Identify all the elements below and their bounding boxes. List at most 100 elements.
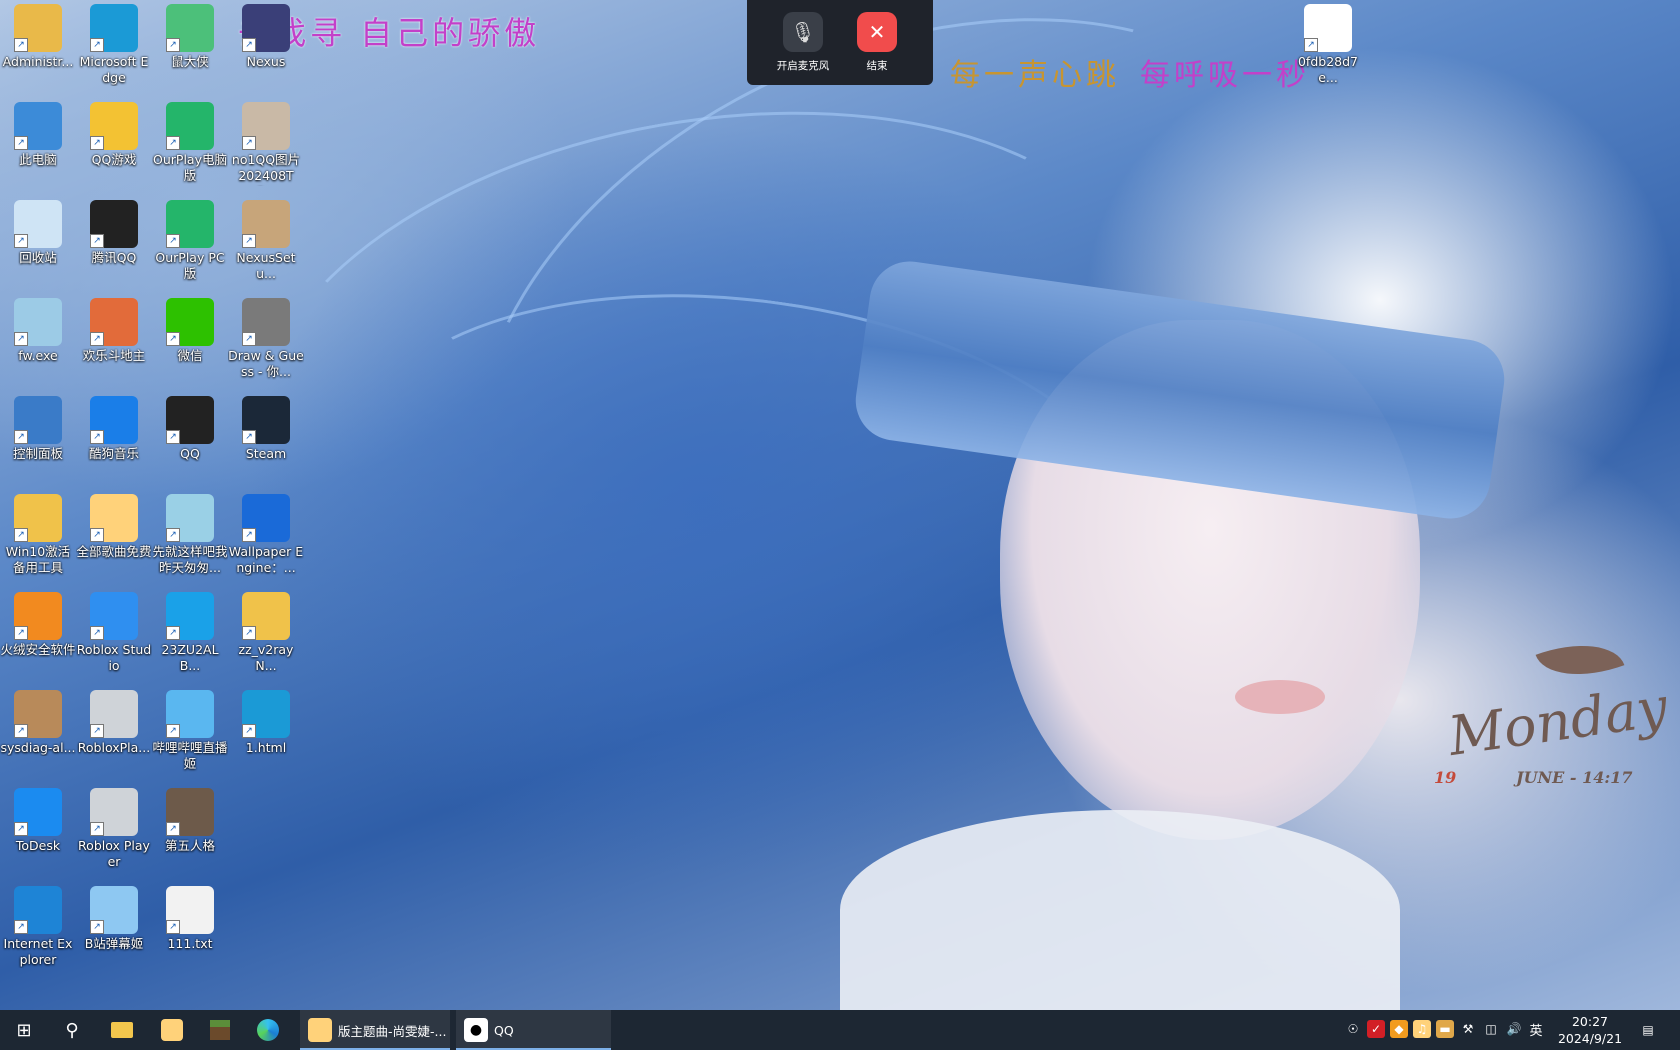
desktop-icon[interactable]: ↗ Draw & Guess - 你...	[228, 294, 304, 380]
desktop-icon[interactable]: ↗ no1QQ图片202408TO...	[228, 98, 304, 186]
edge-icon: ↗	[90, 4, 138, 52]
desktop-icon[interactable]: ↗ OurPlay PC版	[152, 196, 228, 282]
desktop-icon[interactable]: ↗ Administr...	[0, 0, 76, 70]
desktop-icon[interactable]: ↗ RobloxPla...	[76, 686, 152, 756]
desktop-icon[interactable]: ↗ 0fdb28d7e...	[1290, 0, 1366, 86]
shortcut-arrow-icon: ↗	[90, 332, 104, 346]
desktop-icon[interactable]: ↗ 微信	[152, 294, 228, 364]
taskbar-app-qq-window[interactable]: ● QQ	[456, 1010, 611, 1050]
desktop-icon[interactable]: ↗ B站弹幕姬	[76, 882, 152, 952]
desktop-icon-label: 哔哩哔哩直播姬	[152, 740, 228, 771]
notepad-icon: ↗	[166, 494, 214, 542]
desktop-icon[interactable]: ↗ Wallpaper Engine：...	[228, 490, 304, 576]
shortcut-arrow-icon: ↗	[242, 234, 256, 248]
desktop-icon[interactable]: ↗ 火绒安全软件	[0, 588, 76, 658]
desktop-icon[interactable]: ↗ Internet Explorer	[0, 882, 76, 968]
shortcut-arrow-icon: ↗	[14, 822, 28, 836]
tray-antivirus-icon[interactable]: ✓	[1367, 1020, 1385, 1038]
music-box-icon	[308, 1018, 332, 1042]
shortcut-arrow-icon: ↗	[1304, 38, 1318, 52]
desktop-icon-label: Win10激活备用工具	[5, 544, 71, 575]
desktop-icon[interactable]: ↗ 控制面板	[0, 392, 76, 462]
desktop-icon-label: 第五人格	[164, 838, 215, 853]
shortcut-arrow-icon: ↗	[90, 38, 104, 52]
search-button[interactable]: ⚲	[48, 1010, 96, 1050]
wallpaper-date-number: 19	[1434, 768, 1457, 787]
network-icon[interactable]: ◫	[1482, 1020, 1500, 1038]
desktop-icon[interactable]: ↗ 全部歌曲免费	[76, 490, 152, 560]
tray-music-icon[interactable]: ♫	[1413, 1020, 1431, 1038]
desktop-icon[interactable]: ↗ Win10激活备用工具	[0, 490, 76, 576]
bilibili-live-icon: ↗	[166, 690, 214, 738]
desktop[interactable]: 去找寻 自己的骄傲 每一声心跳 每呼吸一秒 Monday 19 JUNE - 14…	[0, 0, 1680, 1010]
desktop-icon[interactable]: ↗ zz_v2rayN...	[228, 588, 304, 674]
desktop-icon[interactable]: ↗ 第五人格	[152, 784, 228, 854]
microphone-muted-icon: 🎙	[783, 12, 823, 52]
taskbar: ⊞ ⚲ 版主题曲-尚雯婕-... ● QQ ☉ ✓ ◆ ♫ ▬ ⚒ ◫ 🔊 英 …	[0, 1010, 1680, 1050]
desktop-icon[interactable]: ↗ fw.exe	[0, 294, 76, 364]
pencil-icon: ↗	[242, 298, 290, 346]
desktop-icon-label: 0fdb28d7e...	[1297, 54, 1359, 85]
desktop-icon[interactable]: ↗ 欢乐斗地主	[76, 294, 152, 364]
desktop-icon[interactable]: ↗ QQ游戏	[76, 98, 152, 168]
close-icon: ✕	[857, 12, 897, 52]
start-button[interactable]: ⊞	[0, 1010, 48, 1050]
desktop-icon-label: 1.html	[245, 740, 287, 755]
qq-penguin-icon: ●	[464, 1018, 488, 1042]
shortcut-arrow-icon: ↗	[166, 528, 180, 542]
folder-icon	[111, 1022, 133, 1038]
shortcut-arrow-icon: ↗	[90, 528, 104, 542]
desktop-icon[interactable]: ↗ Roblox Studio	[76, 588, 152, 674]
desktop-icon[interactable]: ↗ OurPlay电脑版	[152, 98, 228, 184]
volume-icon[interactable]: 🔊	[1505, 1020, 1523, 1038]
desktop-icon-label: 鼠大侠	[171, 54, 209, 69]
desktop-icon[interactable]: ↗ Roblox Player	[76, 784, 152, 870]
shortcut-arrow-icon: ↗	[14, 528, 28, 542]
desktop-icon-label: zz_v2rayN...	[238, 642, 294, 673]
taskbar-app-music-window[interactable]: 版主题曲-尚雯婕-...	[300, 1010, 450, 1050]
taskbar-clock[interactable]: 20:27 2024/9/21	[1548, 1013, 1632, 1047]
desktop-icon-label: 回收站	[19, 250, 57, 265]
desktop-icon[interactable]: ↗ 先就这样吧我昨天匆匆...	[152, 490, 228, 576]
shortcut-arrow-icon: ↗	[90, 626, 104, 640]
desktop-icon[interactable]: ↗ 111.txt	[152, 882, 228, 952]
taskbar-file-explorer[interactable]	[98, 1010, 146, 1050]
desktop-icon[interactable]: ↗ NexusSetu...	[228, 196, 304, 282]
music-box-icon	[161, 1019, 183, 1041]
desktop-icon[interactable]: ↗ Steam	[228, 392, 304, 462]
desktop-icon[interactable]: ↗ sysdiag-al...	[0, 686, 76, 756]
input-method-indicator[interactable]: 英	[1527, 1020, 1545, 1039]
tray-network-tool-icon[interactable]: ⚒	[1459, 1020, 1477, 1038]
desktop-icon[interactable]: ↗ 回收站	[0, 196, 76, 266]
tray-folder-icon[interactable]: ▬	[1436, 1020, 1454, 1038]
shortcut-arrow-icon: ↗	[166, 724, 180, 738]
desktop-icon-label: Internet Explorer	[3, 936, 73, 967]
end-label: 结束	[866, 60, 888, 72]
desktop-icon[interactable]: ↗ 鼠大侠	[152, 0, 228, 70]
desktop-icon[interactable]: ↗ Microsoft Edge	[76, 0, 152, 86]
end-call-button[interactable]: ✕ 结束	[837, 12, 917, 73]
desktop-icon[interactable]: ↗ 此电脑	[0, 98, 76, 168]
desktop-icon[interactable]: ↗ 1.html	[228, 686, 304, 756]
desktop-icon[interactable]: ↗ 腾讯QQ	[76, 196, 152, 266]
desktop-icon[interactable]: ↗ 哔哩哔哩直播姬	[152, 686, 228, 772]
tray-overflow-icon[interactable]: ☉	[1344, 1020, 1362, 1038]
wechat-icon: ↗	[166, 298, 214, 346]
desktop-icon[interactable]: ↗ 酷狗音乐	[76, 392, 152, 462]
enable-microphone-button[interactable]: 🎙 开启麦克风	[763, 12, 843, 73]
tray-shield-icon[interactable]: ◆	[1390, 1020, 1408, 1038]
taskbar-minecraft[interactable]	[196, 1010, 244, 1050]
notification-center-icon[interactable]: ▤	[1638, 1020, 1658, 1040]
desktop-icon[interactable]: ↗ Nexus	[228, 0, 304, 70]
desktop-icon[interactable]: ↗ 23ZU2ALB...	[152, 588, 228, 674]
bilibili-girl-icon: ↗	[90, 886, 138, 934]
shortcut-arrow-icon: ↗	[166, 822, 180, 836]
desktop-icon[interactable]: ↗ ToDesk	[0, 784, 76, 854]
desktop-icon[interactable]: ↗ QQ	[152, 392, 228, 462]
desktop-icon-label: 微信	[177, 348, 203, 363]
taskbar-music-app[interactable]	[148, 1010, 196, 1050]
mouse-hero-icon: ↗	[166, 4, 214, 52]
taskbar-edge[interactable]	[244, 1010, 292, 1050]
clock-date: 2024/9/21	[1557, 1031, 1623, 1046]
desktop-icon-label: Steam	[245, 446, 287, 461]
